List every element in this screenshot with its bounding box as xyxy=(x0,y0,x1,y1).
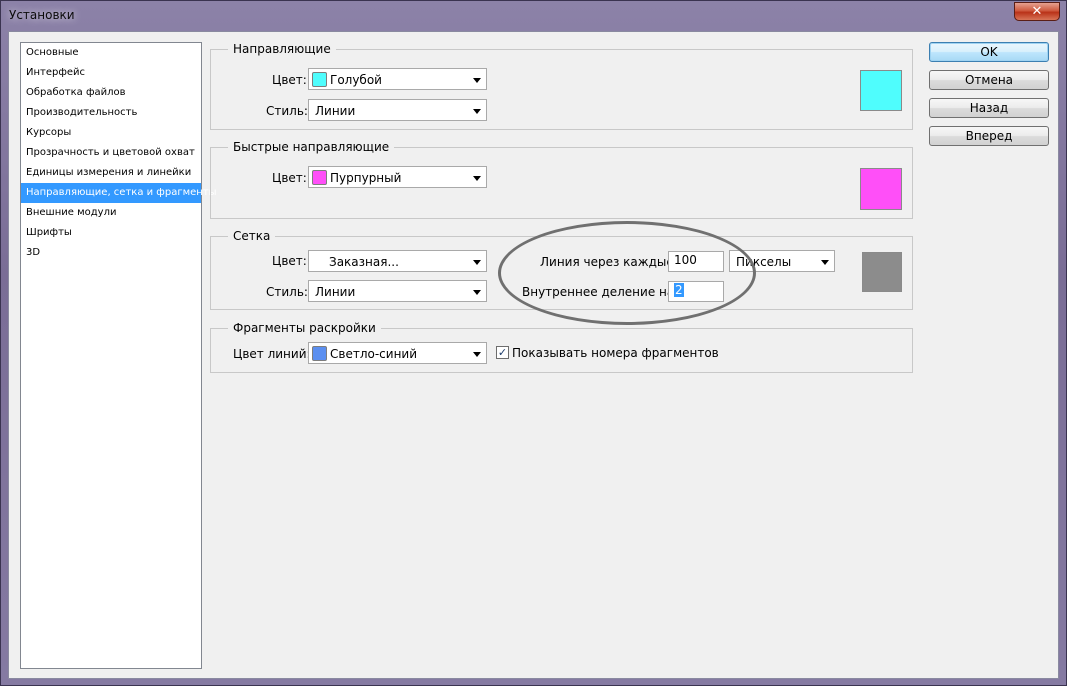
next-button[interactable]: Вперед xyxy=(929,126,1049,146)
slices-line-color-swatch xyxy=(312,346,327,361)
close-icon: ✕ xyxy=(1031,4,1043,19)
sidebar-item-3d[interactable]: 3D xyxy=(21,243,201,263)
grid-color-preview[interactable] xyxy=(862,252,902,292)
grid-color-value: Заказная... xyxy=(329,255,399,269)
chevron-down-icon xyxy=(473,352,481,357)
chevron-down-icon xyxy=(473,109,481,114)
slices-group-title: Фрагменты раскройки xyxy=(228,320,381,336)
slices-line-color-label: Цвет линий: xyxy=(233,347,311,361)
guides-color-swatch xyxy=(312,72,327,87)
smart-guides-color-swatch xyxy=(312,170,327,185)
grid-units-value: Пикселы xyxy=(736,255,792,269)
chevron-down-icon xyxy=(473,260,481,265)
checkmark-icon: ✓ xyxy=(497,346,508,359)
smart-guides-color-dropdown[interactable]: Пурпурный xyxy=(308,166,487,188)
sidebar-item-type[interactable]: Шрифты xyxy=(21,223,201,243)
subdivisions-input[interactable]: 2 xyxy=(668,281,724,302)
smart-guides-color-value: Пурпурный xyxy=(330,171,402,185)
back-button[interactable]: Назад xyxy=(929,98,1049,118)
guides-style-dropdown[interactable]: Линии xyxy=(308,99,487,121)
dialog-client-area: Основные Интерфейс Обработка файлов Прои… xyxy=(8,31,1059,679)
gridline-every-input[interactable]: 100 xyxy=(668,251,724,272)
gridline-every-value: 100 xyxy=(674,253,697,267)
preferences-dialog: Установки ✕ Основные Интерфейс Обработка… xyxy=(0,0,1067,686)
grid-style-label: Стиль: xyxy=(266,285,308,299)
grid-style-dropdown[interactable]: Линии xyxy=(308,280,487,302)
sidebar-item-cursors[interactable]: Курсоры xyxy=(21,123,201,143)
smart-guides-color-label: Цвет: xyxy=(272,171,307,185)
grid-group-title: Сетка xyxy=(228,228,276,244)
sidebar-item-units-rulers[interactable]: Единицы измерения и линейки xyxy=(21,163,201,183)
sidebar-item-interface[interactable]: Интерфейс xyxy=(21,63,201,83)
guides-style-label: Стиль: xyxy=(266,104,308,118)
sidebar-item-transparency-gamut[interactable]: Прозрачность и цветовой охват xyxy=(21,143,201,163)
guides-style-value: Линии xyxy=(315,104,356,118)
guides-color-label: Цвет: xyxy=(272,73,307,87)
close-button[interactable]: ✕ xyxy=(1014,2,1060,21)
gridline-every-label: Линия через каждые: xyxy=(540,255,678,269)
chevron-down-icon xyxy=(473,78,481,83)
show-slice-numbers-checkbox[interactable]: ✓ xyxy=(496,346,509,359)
guides-color-value: Голубой xyxy=(330,73,382,87)
chevron-down-icon xyxy=(473,176,481,181)
guides-group-title: Направляющие xyxy=(228,41,336,57)
slices-line-color-value: Светло-синий xyxy=(330,347,418,361)
show-slice-numbers-label[interactable]: Показывать номера фрагментов xyxy=(512,345,719,361)
subdivisions-label: Внутреннее деление на: xyxy=(522,285,679,299)
window-title: Установки xyxy=(9,8,75,22)
smart-guides-group-title: Быстрые направляющие xyxy=(228,139,395,155)
subdivisions-value: 2 xyxy=(674,283,684,297)
smart-guides-color-preview[interactable] xyxy=(860,168,902,210)
chevron-down-icon xyxy=(821,260,829,265)
ok-button[interactable]: OK xyxy=(929,42,1049,62)
guides-color-preview[interactable] xyxy=(860,70,902,111)
grid-color-label: Цвет: xyxy=(272,254,307,268)
sidebar-item-file-handling[interactable]: Обработка файлов xyxy=(21,83,201,103)
sidebar-item-plugins[interactable]: Внешние модули xyxy=(21,203,201,223)
sidebar-item-general[interactable]: Основные xyxy=(21,43,201,63)
cancel-button[interactable]: Отмена xyxy=(929,70,1049,90)
grid-units-dropdown[interactable]: Пикселы xyxy=(729,250,835,272)
sidebar-item-performance[interactable]: Производительность xyxy=(21,103,201,123)
preferences-category-list[interactable]: Основные Интерфейс Обработка файлов Прои… xyxy=(20,42,217,669)
sidebar-item-guides-grid-slices[interactable]: Направляющие, сетка и фрагменты xyxy=(21,183,217,203)
grid-style-value: Линии xyxy=(315,285,356,299)
chevron-down-icon xyxy=(473,290,481,295)
guides-color-dropdown[interactable]: Голубой xyxy=(308,68,487,90)
grid-color-dropdown[interactable]: Заказная... xyxy=(308,250,487,272)
title-bar[interactable]: Установки ✕ xyxy=(1,1,1066,31)
slices-line-color-dropdown[interactable]: Светло-синий xyxy=(308,342,487,364)
